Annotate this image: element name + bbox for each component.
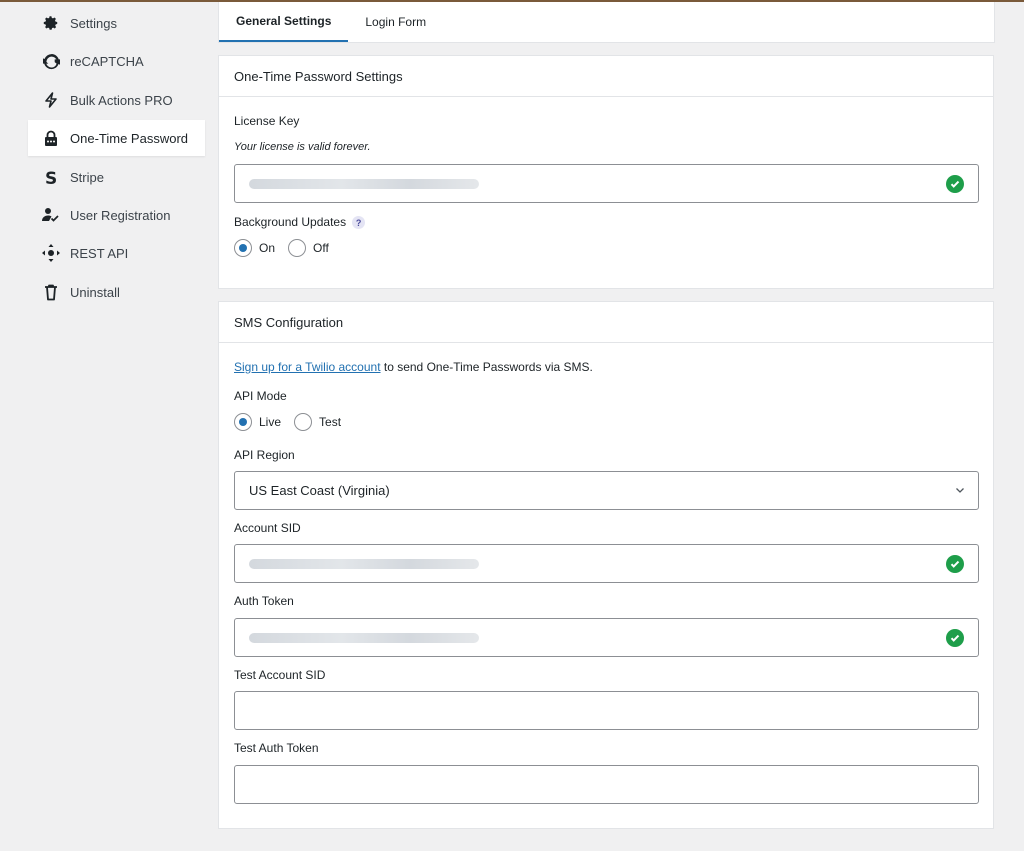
user-check-icon xyxy=(42,206,60,224)
api-region-value: US East Coast (Virginia) xyxy=(249,483,390,498)
radio-option-live[interactable]: Live xyxy=(234,413,281,431)
background-updates-text: Background Updates xyxy=(234,215,347,229)
chevron-down-icon xyxy=(954,484,966,496)
radio-test[interactable] xyxy=(294,413,313,431)
license-note: Your license is valid forever. xyxy=(234,141,371,153)
auth-token-input[interactable] xyxy=(234,618,979,657)
masked-account-sid xyxy=(249,558,479,569)
radio-label: Live xyxy=(259,415,282,429)
sms-configuration-card: SMS Configuration Sign up for a Twilio a… xyxy=(218,301,994,829)
check-circle-icon xyxy=(946,629,964,647)
account-sid-label: Account SID xyxy=(234,521,301,535)
help-icon[interactable]: ? xyxy=(352,216,366,230)
settings-tabs: General Settings Login Form xyxy=(218,2,995,43)
background-updates-label: Background Updates? xyxy=(234,215,366,230)
api-region-select[interactable]: US East Coast (Virginia) xyxy=(234,471,979,510)
otp-settings-card: One-Time Password Settings License Key Y… xyxy=(218,55,994,289)
masked-auth-token xyxy=(249,632,479,643)
sidebar-item-recaptcha[interactable]: reCAPTCHA xyxy=(28,43,205,79)
lock-icon xyxy=(42,129,60,147)
stripe-icon: S xyxy=(42,168,60,186)
check-circle-icon xyxy=(946,175,964,193)
test-account-sid-input[interactable] xyxy=(234,691,979,730)
api-mode-label: API Mode xyxy=(234,389,287,403)
sidebar-item-settings[interactable]: Settings xyxy=(28,5,205,41)
api-mode-radio-group: Live Test xyxy=(234,413,354,431)
signup-suffix: to send One-Time Passwords via SMS. xyxy=(380,360,593,374)
card-title: SMS Configuration xyxy=(219,302,993,343)
sidebar-item-label: One-Time Password xyxy=(70,130,188,146)
sidebar-item-label: Bulk Actions PRO xyxy=(70,92,173,108)
radio-option-test[interactable]: Test xyxy=(294,413,341,431)
sidebar-item-label: Settings xyxy=(70,15,117,31)
sidebar-item-label: REST API xyxy=(70,245,129,261)
twilio-signup-text: Sign up for a Twilio account to send One… xyxy=(234,360,593,374)
svg-text:S: S xyxy=(45,169,57,186)
check-circle-icon xyxy=(946,555,964,573)
lightning-icon xyxy=(42,91,60,109)
sidebar-nav: Settings reCAPTCHA Bulk Actions PRO One-… xyxy=(0,2,218,851)
twilio-signup-link[interactable]: Sign up for a Twilio account xyxy=(234,360,381,374)
sidebar-item-stripe[interactable]: S Stripe xyxy=(28,159,205,195)
api-region-label: API Region xyxy=(234,448,295,462)
auth-token-label: Auth Token xyxy=(234,594,294,608)
sidebar-item-label: Uninstall xyxy=(70,284,120,300)
tab-general-settings[interactable]: General Settings xyxy=(219,2,349,42)
background-updates-radio-group: On Off xyxy=(234,239,342,257)
sidebar-item-label: User Registration xyxy=(70,207,171,223)
tab-login-form[interactable]: Login Form xyxy=(348,2,443,42)
radio-live[interactable] xyxy=(234,413,252,431)
account-sid-input[interactable] xyxy=(234,544,979,583)
radio-label: On xyxy=(259,241,276,255)
test-account-sid-label: Test Account SID xyxy=(234,668,326,682)
gear-icon xyxy=(42,14,60,32)
sidebar-item-uninstall[interactable]: Uninstall xyxy=(28,274,205,310)
sidebar-item-user-registration[interactable]: User Registration xyxy=(28,197,205,233)
test-auth-token-label: Test Auth Token xyxy=(234,741,319,755)
radio-on[interactable] xyxy=(234,239,252,257)
api-icon xyxy=(42,244,60,262)
radio-off[interactable] xyxy=(288,239,307,257)
trash-icon xyxy=(42,283,60,301)
test-auth-token-input[interactable] xyxy=(234,765,979,804)
sidebar-item-rest-api[interactable]: REST API xyxy=(28,235,205,271)
radio-option-on[interactable]: On xyxy=(234,239,275,257)
radio-label: Off xyxy=(313,241,329,255)
radio-label: Test xyxy=(319,415,342,429)
sidebar-item-label: reCAPTCHA xyxy=(70,53,144,69)
license-key-input[interactable] xyxy=(234,164,979,203)
sidebar-item-one-time-password[interactable]: One-Time Password xyxy=(28,120,205,156)
license-key-label: License Key xyxy=(234,114,300,128)
recaptcha-icon xyxy=(42,52,60,70)
radio-option-off[interactable]: Off xyxy=(288,239,329,257)
sidebar-item-bulk-actions-pro[interactable]: Bulk Actions PRO xyxy=(28,82,205,118)
sidebar-item-label: Stripe xyxy=(70,169,104,185)
card-title: One-Time Password Settings xyxy=(219,56,993,97)
masked-license-key xyxy=(249,178,479,189)
